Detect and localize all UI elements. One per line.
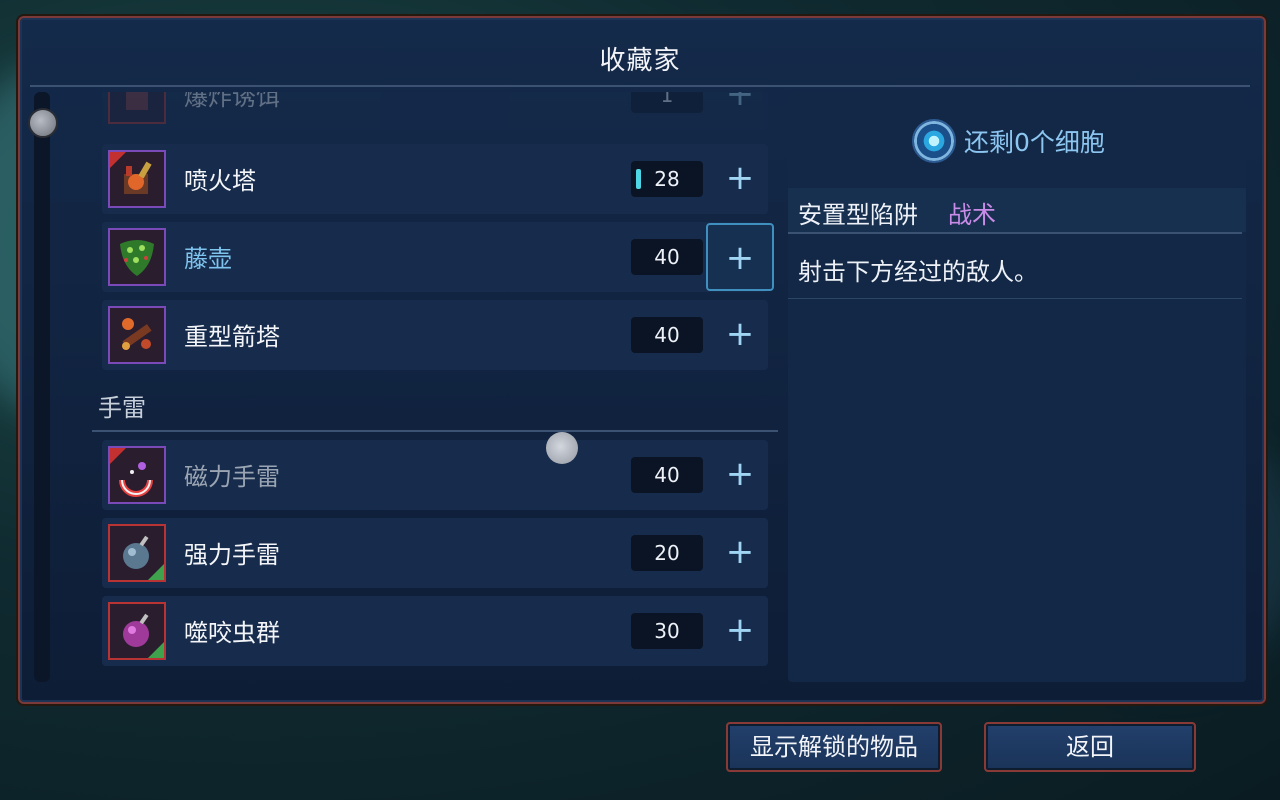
magnetic-grenade-icon <box>108 446 166 504</box>
item-name: 喷火塔 <box>184 167 256 195</box>
scrollbar-thumb[interactable] <box>28 108 58 138</box>
detail-panel <box>788 92 1246 682</box>
item-tags: 安置型陷阱 战术 <box>788 188 1246 232</box>
back-button[interactable]: 返回 <box>984 722 1196 772</box>
progress-bar <box>636 169 641 189</box>
item-description: 射击下方经过的敌人。 <box>798 258 1038 286</box>
item-type: 安置型陷阱 <box>798 201 918 229</box>
unlock-plus-button[interactable]: + <box>706 223 774 291</box>
list-item[interactable]: 爆炸诱饵 1 + <box>102 92 768 130</box>
barnacle-icon <box>108 228 166 286</box>
item-name: 强力手雷 <box>184 541 280 569</box>
item-name: 爆炸诱饵 <box>184 92 280 111</box>
item-name: 磁力手雷 <box>184 463 280 491</box>
cost-badge: 1 <box>631 92 703 113</box>
tags-divider <box>788 232 1242 234</box>
list-item[interactable]: 重型箭塔 40 + <box>102 300 768 370</box>
unlock-plus-button[interactable]: + <box>706 301 774 369</box>
cost-badge: 30 <box>631 613 703 649</box>
show-unlocked-button[interactable]: 显示解锁的物品 <box>726 722 942 772</box>
list-item[interactable]: 噬咬虫群 30 + <box>102 596 768 666</box>
category-header: 手雷 <box>98 394 146 422</box>
flamethrower-turret-icon <box>108 150 166 208</box>
title-divider <box>30 85 1250 87</box>
list-item[interactable]: 强力手雷 20 + <box>102 518 768 588</box>
page-title: 收藏家 <box>599 46 681 76</box>
powerful-grenade-icon <box>108 524 166 582</box>
unlock-plus-button[interactable]: + <box>706 519 774 587</box>
unlock-plus-button[interactable]: + <box>706 441 774 509</box>
blueprint-list: 爆炸诱饵 1 + 喷火塔 28 + 藤壶 40 + 重型箭塔 40 + 手雷 磁… <box>92 92 778 682</box>
cost-value: 28 <box>654 167 680 191</box>
swarm-icon <box>108 602 166 660</box>
heavy-crossbow-icon <box>108 306 166 364</box>
scrollbar-track[interactable] <box>34 92 50 682</box>
cost-badge: 40 <box>631 239 703 275</box>
category-divider <box>92 430 778 432</box>
cell-icon <box>912 119 956 163</box>
item-name: 藤壶 <box>184 245 232 273</box>
cells-remaining: 还剩0个细胞 <box>912 118 1105 164</box>
cost-badge: 40 <box>631 317 703 353</box>
pointer-cursor <box>546 432 578 464</box>
list-item[interactable]: 藤壶 40 + <box>102 222 774 292</box>
unlock-plus-button[interactable]: + <box>706 92 774 129</box>
cost-badge: 28 <box>631 161 703 197</box>
list-item[interactable]: 磁力手雷 40 + <box>102 440 768 510</box>
unlock-plus-button[interactable]: + <box>706 145 774 213</box>
cost-badge: 20 <box>631 535 703 571</box>
list-item[interactable]: 喷火塔 28 + <box>102 144 768 214</box>
cells-remaining-text: 还剩0个细胞 <box>964 128 1105 157</box>
item-tactic-tag: 战术 <box>948 201 996 229</box>
item-name: 重型箭塔 <box>184 323 280 351</box>
item-name: 噬咬虫群 <box>184 619 280 647</box>
description-divider <box>788 298 1242 299</box>
explosive-decoy-icon <box>108 92 166 124</box>
cost-badge: 40 <box>631 457 703 493</box>
unlock-plus-button[interactable]: + <box>706 597 774 665</box>
